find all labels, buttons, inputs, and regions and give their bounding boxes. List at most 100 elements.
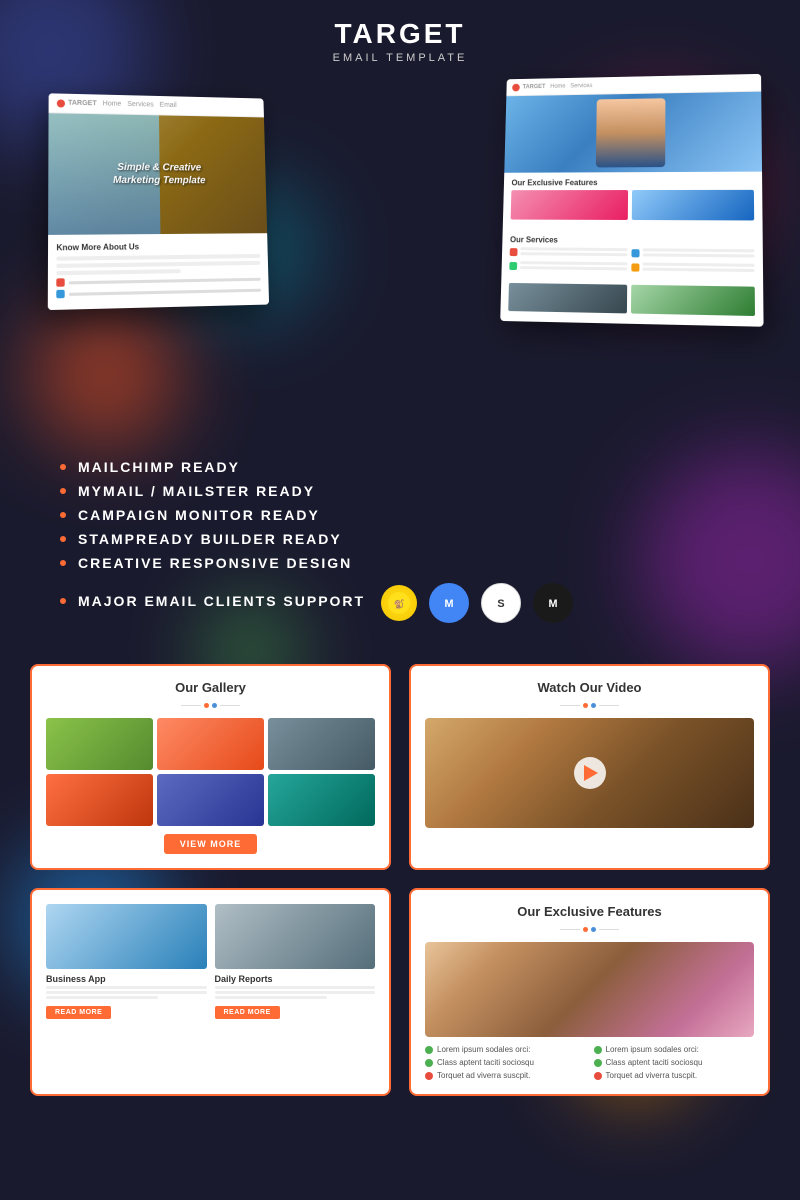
tpl-svc-line-2 — [520, 252, 627, 256]
e-divider-line-1 — [560, 929, 580, 930]
gallery-img-3 — [268, 718, 375, 770]
tpl-section-title: Know More About Us — [56, 241, 260, 252]
feature-label-1: MAILCHIMP READY — [78, 459, 240, 475]
excl-text-3: Class aptent taciti sociosqu — [437, 1058, 534, 1067]
e-divider-dot-1 — [583, 927, 588, 932]
excl-feat-6: Torquet ad viverra tuscpit. — [594, 1071, 755, 1080]
tpl-text-1 — [56, 254, 260, 261]
excl-icon-2 — [594, 1046, 602, 1054]
biz-text-1b — [46, 991, 207, 994]
tpl-email-icon — [56, 290, 64, 299]
view-more-button[interactable]: VIEW MORE — [164, 834, 258, 854]
svg-text:S: S — [497, 598, 504, 610]
biz-text-1c — [46, 996, 158, 999]
tpl-svc-line-4 — [643, 253, 755, 257]
excl-feat-2: Lorem ipsum sodales orci: — [594, 1045, 755, 1054]
tpl-hero-text: Simple & CreativeMarketing Template — [103, 151, 216, 197]
tpl-right-section-biz — [500, 277, 763, 327]
tpl-right-logo-icon — [512, 83, 520, 91]
excl-text-4: Class aptent taciti sociosqu — [606, 1058, 703, 1067]
excl-feat-4: Class aptent taciti sociosqu — [594, 1058, 755, 1067]
tpl-service-strategies — [631, 262, 754, 274]
play-button[interactable] — [574, 757, 606, 789]
e-divider-line-2 — [599, 929, 619, 930]
tpl-right-services-title: Our Services — [510, 235, 754, 246]
tpl-right-features-title: Our Exclusive Features — [511, 178, 753, 188]
excl-text-5: Torquet ad viverra suscpit. — [437, 1071, 530, 1080]
tpl-service-promotion — [631, 248, 754, 259]
excl-icon-4 — [594, 1059, 602, 1067]
tpl-biz-grid — [508, 283, 755, 316]
feature-label-3: CAMPAIGN MONITOR READY — [78, 507, 320, 523]
biz-text-2c — [215, 996, 327, 999]
tpl-left-hero: Simple & CreativeMarketing Template — [48, 113, 267, 235]
biz-text-1a — [46, 986, 207, 989]
biz-item-2: Daily Reports READ MORE — [215, 904, 376, 1019]
tpl-feat-1 — [511, 190, 628, 220]
preview-grid: Our Gallery VIEW MORE Watch Our Video — [0, 646, 800, 1114]
v-divider-dot-2 — [591, 703, 596, 708]
v-divider-dot-1 — [583, 703, 588, 708]
tpl-contact-email — [56, 286, 261, 299]
tpl-contact-phone — [56, 275, 261, 287]
excl-text-6: Torquet ad viverra tuscpit. — [606, 1071, 698, 1080]
video-thumbnail[interactable] — [425, 718, 754, 828]
gallery-img-6 — [268, 774, 375, 826]
feature-item-2: MYMAIL / MAILSTER READY — [60, 483, 740, 499]
read-more-btn-1[interactable]: READ MORE — [46, 1006, 111, 1019]
read-more-btn-2[interactable]: READ MORE — [215, 1006, 280, 1019]
gallery-image-grid — [46, 718, 375, 826]
tpl-svc-line-5 — [520, 261, 627, 265]
excl-icon-6 — [594, 1072, 602, 1080]
tpl-nav-email: Email — [160, 102, 177, 109]
business-grid: Business App READ MORE Daily Reports REA… — [46, 904, 375, 1019]
tpl-right-logo-text: TARGET — [523, 84, 546, 90]
tpl-phone-icon — [56, 278, 64, 287]
feature-item-4: STAMPREADY BUILDER READY — [60, 531, 740, 547]
tpl-text-3 — [56, 269, 181, 275]
gmail-icon: M — [429, 583, 469, 623]
email-client-icons: 🐒 M S M — [381, 583, 573, 623]
feature-bullet-1 — [60, 464, 66, 470]
gallery-img-4 — [46, 774, 153, 826]
tpl-text-2 — [56, 261, 260, 268]
page-title: TARGET — [0, 18, 800, 50]
e-divider-dot-2 — [591, 927, 596, 932]
gallery-card-title: Our Gallery — [46, 680, 375, 695]
divider-dot-2 — [212, 703, 217, 708]
tpl-service-marketing — [510, 247, 628, 258]
feature-label-5: CREATIVE RESPONSIVE DESIGN — [78, 555, 352, 571]
tpl-service-icon-1 — [510, 248, 518, 256]
excl-text-1: Lorem ipsum sodales orci: — [437, 1045, 530, 1054]
biz-text-2b — [215, 991, 376, 994]
exclusive-card: Our Exclusive Features Lorem ipsum sodal… — [409, 888, 770, 1096]
feature-bullet-6 — [60, 598, 66, 604]
tpl-phone-line — [69, 277, 261, 284]
feature-item-3: CAMPAIGN MONITOR READY — [60, 507, 740, 523]
tpl-svc-line-7 — [642, 262, 754, 266]
excl-feat-3: Class aptent taciti sociosqu — [425, 1058, 586, 1067]
biz-title-1: Business App — [46, 974, 207, 984]
feature-item-5: CREATIVE RESPONSIVE DESIGN — [60, 555, 740, 571]
template-left-preview: TARGET Home Services Email Simple & Crea… — [48, 93, 269, 310]
gallery-card: Our Gallery VIEW MORE — [30, 664, 391, 870]
gallery-img-2 — [157, 718, 264, 770]
v-divider-line-1 — [560, 705, 580, 706]
tpl-feat-2 — [632, 190, 754, 221]
feature-label-6: MAJOR EMAIL CLIENTS SUPPORT — [78, 593, 365, 609]
tpl-nav-services: Services — [127, 101, 154, 108]
page-subtitle: EMAIL TEMPLATE — [0, 52, 800, 64]
tpl-svc-line-8 — [642, 268, 754, 272]
feature-bullet-2 — [60, 488, 66, 494]
tpl-logo-icon — [57, 99, 65, 107]
exclusive-card-title: Our Exclusive Features — [425, 904, 754, 919]
excl-feat-5: Torquet ad viverra suscpit. — [425, 1071, 586, 1080]
gallery-divider — [46, 703, 375, 708]
tpl-logo: TARGET — [57, 99, 97, 108]
feature-label-4: STAMPREADY BUILDER READY — [78, 531, 342, 547]
gallery-img-5 — [157, 774, 264, 826]
tpl-svc-line-6 — [520, 266, 627, 270]
v-divider-line-2 — [599, 705, 619, 706]
biz-item-1: Business App READ MORE — [46, 904, 207, 1019]
stampready-icon: S — [481, 583, 521, 623]
